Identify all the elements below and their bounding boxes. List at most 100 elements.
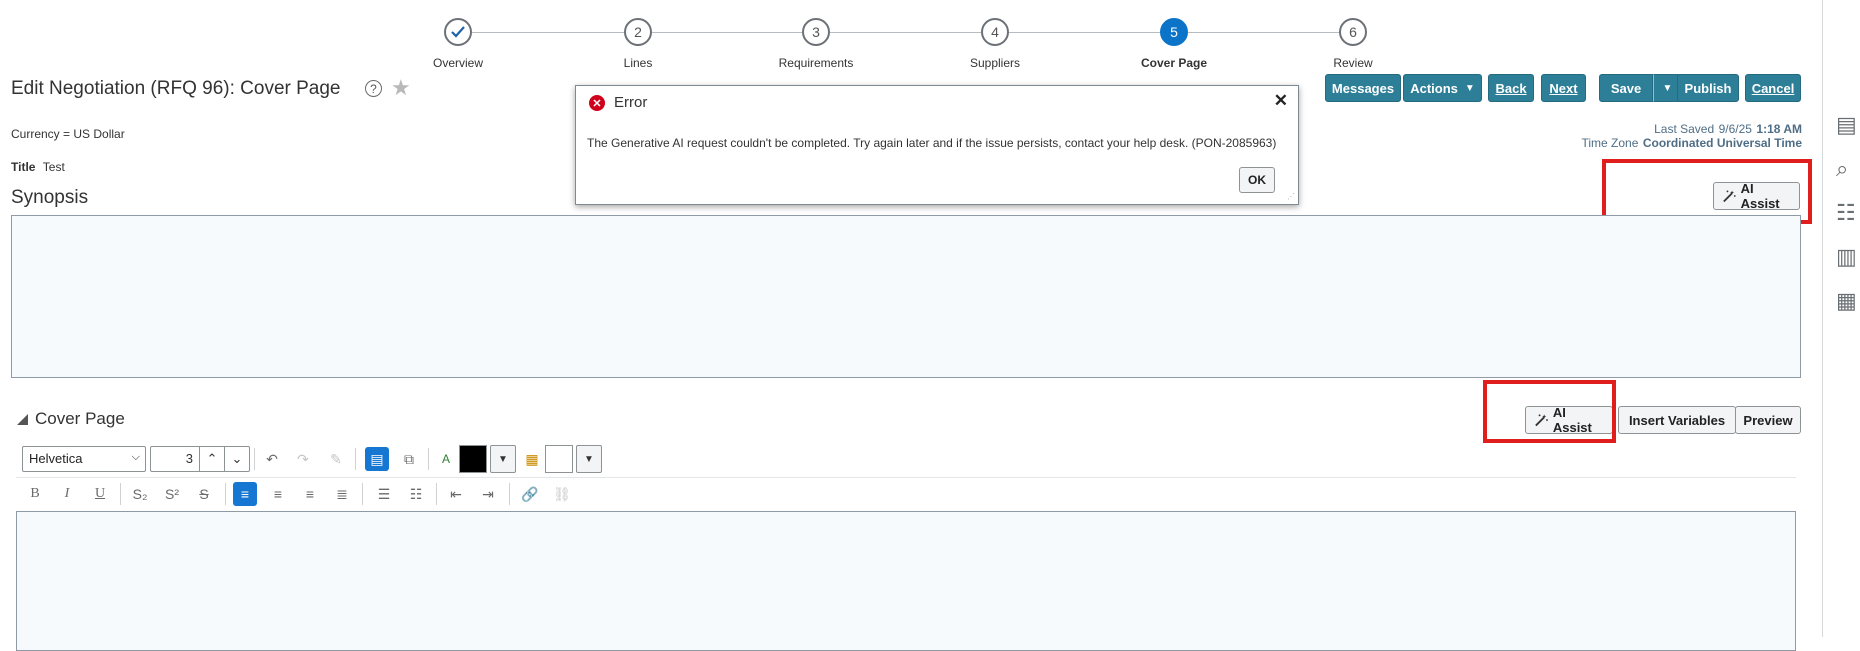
increase-size-icon[interactable]: ⌃ [199,447,224,471]
error-icon: ✕ [589,95,605,111]
bullet-list-icon[interactable]: ☰ [372,482,396,506]
chevron-down-icon: ⌵ [131,451,140,463]
link-icon[interactable]: 🔗 [518,482,542,506]
step-requirements[interactable]: 3 [802,18,830,46]
rich-text-mode-icon[interactable]: ▤ [365,447,389,471]
train-connector [830,32,982,33]
align-right-icon[interactable]: ≡ [298,482,322,506]
subscript-icon[interactable]: S₂ [128,482,152,506]
chevron-down-icon: ▼ [584,453,594,465]
train-connector [652,32,802,33]
text-color-dropdown[interactable]: ▼ [490,445,516,473]
font-family-value: Helvetica [29,451,83,466]
favorite-star-icon[interactable]: ★ [391,77,411,99]
resize-grip-icon[interactable]: ⋰ [1287,192,1295,201]
chevron-down-icon: ▼ [1464,82,1475,94]
step-lines[interactable]: 2 [624,18,652,46]
superscript-icon[interactable]: S² [160,482,184,506]
right-rail-divider [1822,0,1823,637]
step-overview[interactable] [444,18,472,46]
chevron-down-icon: ▼ [498,453,508,465]
redo-icon[interactable]: ↷ [291,447,315,471]
step-label-review[interactable]: Review [1283,56,1423,70]
calendar-icon[interactable]: ▦ [1836,284,1860,318]
title-label: Title [11,160,36,174]
annotation-highlight [1483,380,1616,443]
title-value: Test [42,160,65,174]
search-icon[interactable]: ⌕ [1836,152,1860,186]
cancel-label: Cancel [1751,80,1795,96]
bold-icon[interactable]: B [23,482,47,506]
font-size-value: 3 [185,451,193,466]
align-justify-icon[interactable]: ≣ [330,482,354,506]
indent-icon[interactable]: ⇥ [476,482,500,506]
synopsis-heading: Synopsis [11,187,89,208]
close-icon[interactable]: ✕ [1274,91,1288,111]
publish-button[interactable]: Publish [1677,74,1739,102]
decrease-size-icon[interactable]: ⌄ [224,447,249,471]
toolbar-divider [254,448,255,470]
step-label-suppliers[interactable]: Suppliers [925,56,1065,70]
toolbar-divider [355,448,356,470]
dialog-title: Error [614,94,648,111]
collapse-triangle-icon[interactable] [17,414,28,425]
undo-icon[interactable]: ↶ [260,447,284,471]
train-connector [1188,32,1340,33]
save-button[interactable]: Save [1599,74,1653,102]
help-icon[interactable]: ? [365,80,382,97]
actions-button[interactable]: Actions ▼ [1403,74,1482,102]
font-size-stepper[interactable]: 3 ⌃ ⌄ [150,446,250,472]
background-color-icon[interactable]: ▦ [520,447,544,471]
step-label-overview[interactable]: Overview [388,56,528,70]
toolbar-divider [120,483,121,505]
synopsis-textarea[interactable] [11,215,1801,378]
title-field: Title Test [11,160,65,174]
strikethrough-icon[interactable]: S [192,482,216,506]
background-color-swatch[interactable] [545,445,573,473]
unlink-icon[interactable]: ⛓ [550,482,574,506]
checkmark-icon [451,26,465,38]
outdent-icon[interactable]: ⇤ [444,482,468,506]
messages-button[interactable]: Messages [1325,74,1401,102]
underline-icon[interactable]: U [88,482,112,506]
toolbar-divider [16,477,1796,478]
bar-chart-icon[interactable]: ▥ [1836,240,1860,274]
cover-page-editor[interactable] [16,511,1796,651]
step-label-requirements[interactable]: Requirements [746,56,886,70]
font-family-select[interactable]: Helvetica ⌵ [22,446,146,472]
cancel-button[interactable]: Cancel [1745,74,1801,102]
align-left-icon[interactable]: ≡ [233,482,257,506]
italic-icon[interactable]: I [55,482,79,506]
notes-icon[interactable]: ▤ [1836,108,1860,142]
train-connector [1008,32,1162,33]
toolbar-divider [428,448,429,470]
step-cover-page[interactable]: 5 [1160,18,1188,46]
time-zone-value: Coordinated Universal Time [1642,136,1802,150]
step-review[interactable]: 6 [1339,18,1367,46]
text-color-icon[interactable]: A [434,447,458,471]
train-connector [472,32,626,33]
cover-page-heading[interactable]: Cover Page [35,409,125,429]
step-label-cover-page[interactable]: Cover Page [1104,56,1244,70]
insert-variables-button[interactable]: Insert Variables [1618,406,1736,434]
checklist-icon[interactable]: ☷ [1836,196,1860,230]
source-mode-icon[interactable]: ⧉ [397,447,421,471]
back-button[interactable]: Back [1488,74,1534,102]
next-button[interactable]: Next [1541,74,1586,102]
toolbar-divider [509,483,510,505]
align-center-icon[interactable]: ≡ [266,482,290,506]
toolbar-divider [436,483,437,505]
time-zone: Time Zone Coordinated Universal Time [1581,134,1802,152]
step-label-lines[interactable]: Lines [568,56,708,70]
clear-format-icon[interactable]: ✎ [324,447,348,471]
next-label: Next [1549,80,1578,96]
toolbar-divider [225,483,226,505]
currency-text: Currency = US Dollar [11,127,125,141]
preview-button[interactable]: Preview [1735,406,1801,434]
chevron-down-icon: ▼ [1662,82,1673,94]
text-color-swatch[interactable] [459,445,487,473]
ok-button[interactable]: OK [1239,167,1275,193]
background-color-dropdown[interactable]: ▼ [576,445,602,473]
step-suppliers[interactable]: 4 [981,18,1009,46]
numbered-list-icon[interactable]: ☷ [404,482,428,506]
